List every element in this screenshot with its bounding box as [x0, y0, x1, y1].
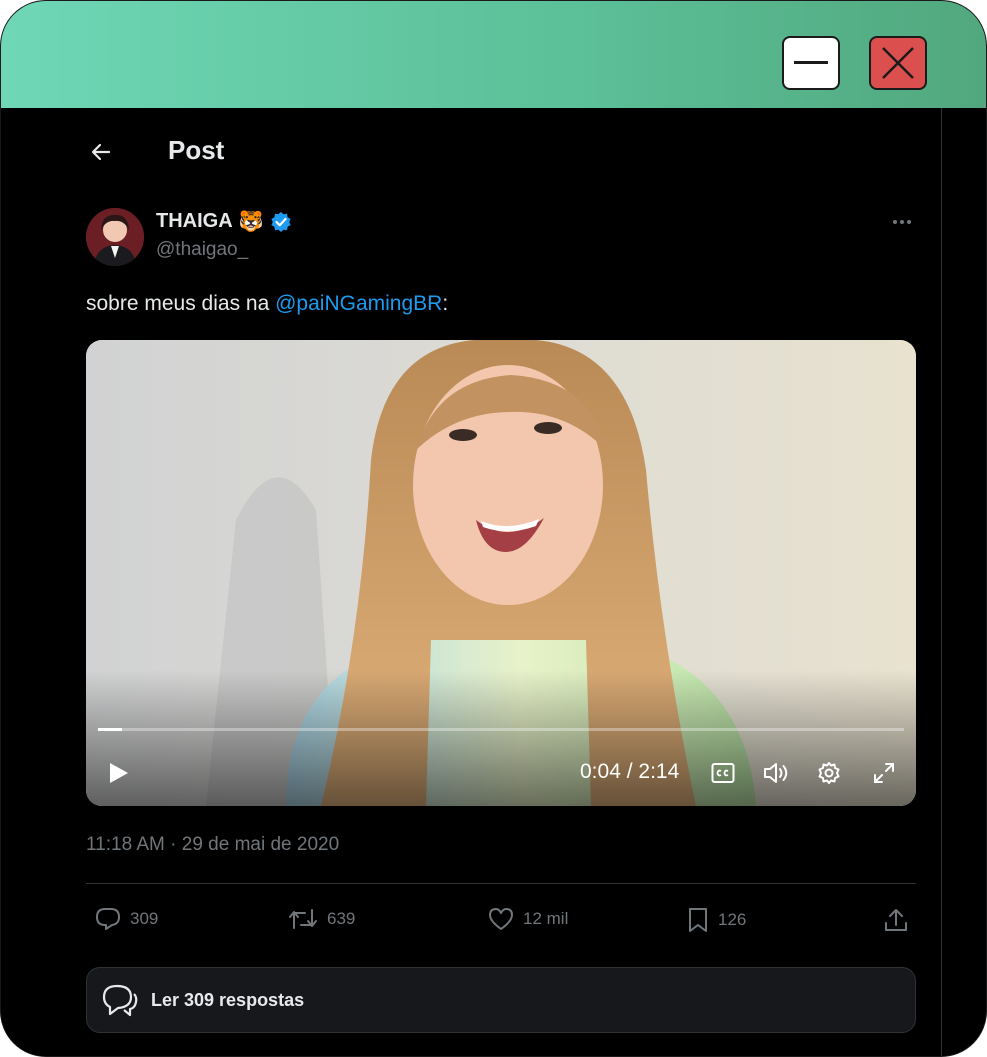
more-dot [893, 220, 897, 224]
divider [86, 883, 916, 884]
settings-icon [818, 762, 840, 784]
arrow-left-icon [91, 143, 111, 161]
bookmark-icon [689, 908, 707, 932]
settings-button[interactable] [817, 761, 841, 790]
post-view: Post THAIGA 🐯 @thaigao_ sobre meus dias … [1, 108, 942, 1056]
avatar-image [86, 208, 144, 266]
repost-icon [289, 909, 317, 929]
volume-icon [764, 763, 788, 783]
play-button[interactable] [106, 760, 132, 786]
volume-button[interactable] [763, 761, 791, 790]
tiger-emoji: 🐯 [238, 211, 264, 233]
more-dot [907, 220, 911, 224]
video-current-time: 0:04 [580, 760, 621, 783]
verified-badge-icon [270, 211, 291, 232]
repost-button[interactable]: 639 [287, 906, 355, 932]
repost-count: 639 [327, 909, 356, 928]
author-name[interactable]: THAIGA 🐯 [156, 209, 292, 234]
close-button[interactable] [869, 36, 927, 90]
video-progress-track[interactable] [98, 728, 904, 731]
title-bar [1, 1, 986, 108]
mention-link[interactable]: @paiNGamingBR [275, 292, 442, 315]
fullscreen-icon [874, 763, 894, 783]
video-time-separator: / [620, 760, 639, 783]
reply-button[interactable]: 309 [94, 906, 158, 932]
tweet-text-suffix: : [442, 292, 449, 315]
page-title: Post [168, 135, 225, 165]
more-options-button[interactable] [886, 208, 918, 236]
bookmark-count: 126 [718, 910, 747, 929]
more-dot [900, 220, 904, 224]
app-window: Post THAIGA 🐯 @thaigao_ sobre meus dias … [0, 0, 987, 1057]
read-replies-button[interactable]: Ler 309 respostas [86, 967, 916, 1033]
captions-button[interactable] [711, 762, 735, 789]
reply-icon [96, 908, 120, 930]
post-timestamp[interactable]: 11:18 AM · 29 de mai de 2020 [86, 834, 339, 856]
x-icon [882, 47, 914, 79]
author-handle[interactable]: @thaigao_ [156, 239, 248, 261]
minimize-button[interactable] [782, 36, 840, 90]
captions-icon [711, 763, 735, 783]
read-replies-label: Ler 309 respostas [151, 989, 305, 1010]
video-progress-fill [98, 728, 123, 731]
avatar[interactable] [86, 208, 144, 266]
bookmark-button[interactable]: 126 [686, 906, 746, 934]
minus-icon [794, 61, 828, 64]
share-button[interactable] [882, 906, 910, 934]
fullscreen-button[interactable] [872, 761, 896, 790]
video-duration: 2:14 [638, 760, 680, 783]
heart-icon [489, 908, 513, 930]
like-count: 12 mil [523, 909, 569, 928]
share-icon [885, 909, 907, 931]
video-time: 0:04 / 2:14 [580, 760, 679, 784]
video-player[interactable]: 0:04 / 2:14 [86, 340, 916, 806]
play-icon [110, 763, 128, 783]
like-button[interactable]: 12 mil [487, 906, 568, 932]
back-button[interactable] [79, 130, 123, 174]
video-frame [86, 340, 916, 806]
tweet-text-prefix: sobre meus dias na [86, 292, 276, 315]
chat-bubbles-icon [102, 984, 138, 1017]
author-display-name: THAIGA [156, 210, 233, 232]
reply-count: 309 [130, 909, 159, 928]
tweet-text: sobre meus dias na @paiNGamingBR: [86, 292, 448, 316]
